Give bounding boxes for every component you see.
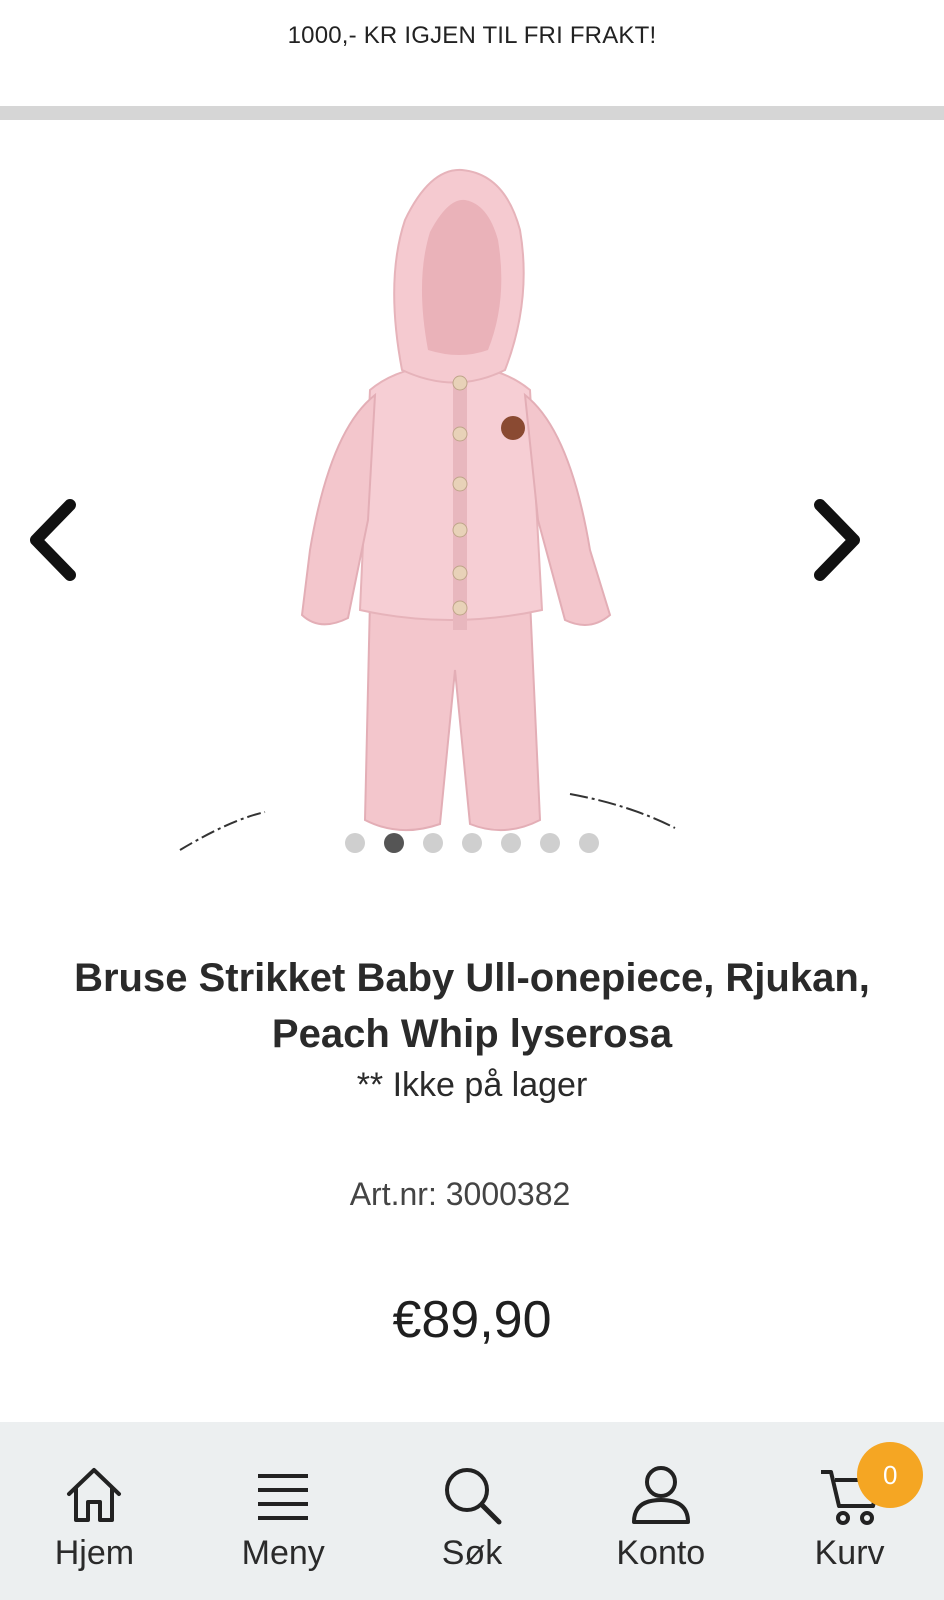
carousel-dot[interactable] <box>423 833 443 853</box>
promo-bar: 1000,- KR IGJEN TIL FRI FRAKT! <box>0 0 944 106</box>
nav-cart[interactable]: Kurv 0 <box>755 1422 944 1600</box>
nav-label: Meny <box>241 1534 325 1572</box>
chevron-right-icon[interactable] <box>800 490 870 590</box>
bottom-navigation: Hjem Meny Søk Konto Kurv 0 <box>0 1422 944 1600</box>
nav-label: Hjem <box>54 1534 135 1572</box>
carousel-dots <box>0 833 944 853</box>
nav-home[interactable]: Hjem <box>0 1422 189 1600</box>
carousel-dot[interactable] <box>462 833 482 853</box>
nav-label: Søk <box>441 1534 503 1572</box>
product-image-carousel[interactable] <box>0 120 944 880</box>
header-divider <box>0 106 944 120</box>
product-image[interactable] <box>170 160 730 880</box>
carousel-dot[interactable] <box>501 833 521 853</box>
nav-account[interactable]: Konto <box>566 1422 755 1600</box>
user-icon <box>631 1466 690 1524</box>
menu-icon <box>258 1474 309 1520</box>
product-price: €89,90 <box>392 1291 552 1349</box>
nav-search[interactable]: Søk <box>378 1422 567 1600</box>
home-icon <box>67 1468 122 1522</box>
nav-menu[interactable]: Meny <box>189 1422 378 1600</box>
nav-label: Konto <box>616 1534 706 1572</box>
nav-label: Kurv <box>814 1534 885 1572</box>
carousel-dot[interactable] <box>579 833 599 853</box>
carousel-dot[interactable] <box>540 833 560 853</box>
product-title: Bruse Strikket Baby Ull-onepiece, Rjukan… <box>74 956 870 1056</box>
search-icon <box>444 1468 502 1525</box>
free-shipping-text: 1000,- KR IGJEN TIL FRI FRAKT! <box>287 22 657 49</box>
carousel-dot[interactable] <box>345 833 365 853</box>
article-number: Art.nr: 3000382 <box>349 1176 571 1212</box>
cart-count-badge: 0 <box>857 1442 924 1508</box>
stock-status: ** Ikke på lager <box>356 1066 588 1104</box>
carousel-dot[interactable] <box>384 833 404 853</box>
chevron-left-icon[interactable] <box>20 490 90 590</box>
